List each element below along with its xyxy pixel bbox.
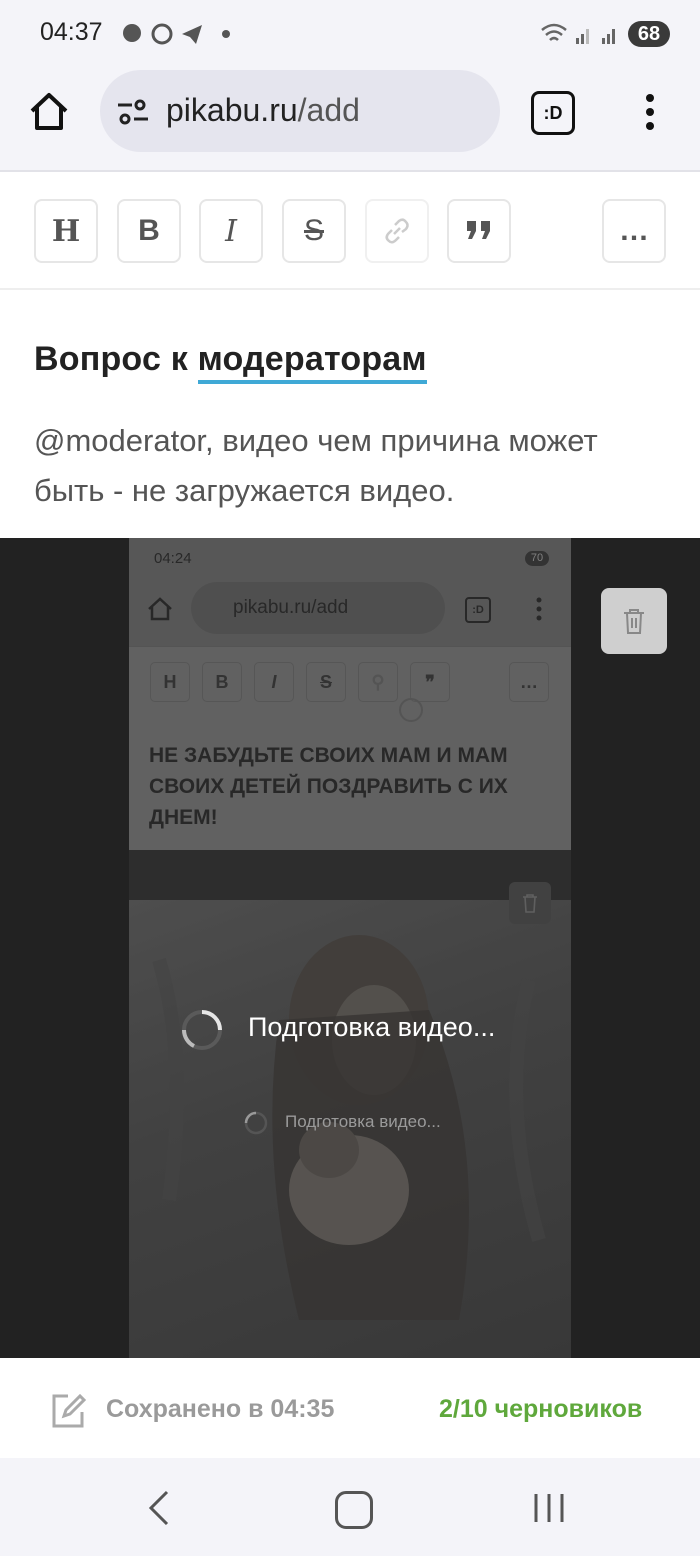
preview-preparing-label: Подготовка видео... [285,1112,441,1131]
link-button[interactable] [365,199,429,263]
heading-button[interactable]: H [34,199,98,263]
back-icon[interactable] [145,1490,171,1526]
status-time: 04:37 [40,18,103,46]
battery-indicator: 68 [628,21,670,47]
menu-dots-icon[interactable] [640,92,660,132]
preparing-video-label: Подготовка видео... [248,1012,496,1042]
strikethrough-button[interactable]: S [282,199,346,263]
italic-button[interactable]: I [199,199,263,263]
edit-icon [52,1393,87,1428]
url-host: pikabu.ru [166,92,298,128]
tab-switcher-button[interactable]: :D [531,91,575,135]
url-path: /add [297,92,360,128]
title-highlight: модераторам [197,340,427,384]
saved-status: Сохранено в 04:35 [106,1395,335,1423]
drafts-link[interactable]: 2/10 черновиков [439,1395,642,1424]
post-title[interactable]: Вопрос к модераторам [34,340,427,384]
trash-icon [624,609,644,634]
quote-button[interactable] [447,199,511,263]
home-nav-icon[interactable] [335,1491,373,1529]
link-icon [385,218,409,244]
bold-button[interactable]: B [117,199,181,263]
home-icon[interactable] [28,91,70,131]
title-prefix: Вопрос к [34,340,198,378]
notification-icons [123,23,230,45]
loading-spinner-icon [182,1010,222,1050]
editor-toolbar [0,172,700,290]
more-button[interactable]: … [602,199,666,263]
post-body[interactable]: @moderator, видео чем причина может быть… [34,416,674,516]
url-text[interactable]: pikabu.ru/add [166,92,360,129]
recent-apps-icon[interactable] [532,1492,566,1524]
delete-video-button[interactable] [601,588,667,654]
small-spinner-icon [244,1111,268,1135]
video-overlay [0,538,700,1358]
signal-icons [541,23,615,44]
site-settings-icon[interactable] [116,98,150,126]
video-block: 04:24 70 pikabu.ru/add :D H B I S ⚲ ❞ … … [0,538,700,1358]
quote-icon [467,221,490,239]
